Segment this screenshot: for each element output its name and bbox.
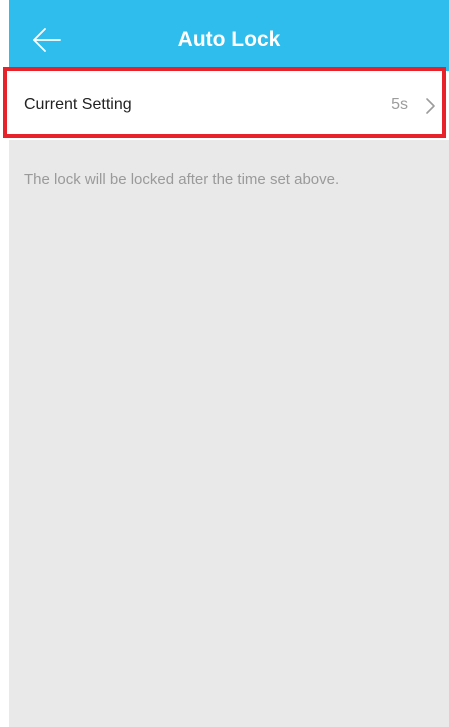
chevron-right-icon (424, 97, 436, 115)
page-title: Auto Lock (177, 28, 281, 51)
current-setting-value: 5s (391, 96, 408, 113)
current-setting-label: Current Setting (24, 96, 132, 113)
current-setting-row[interactable]: Current Setting 5s (9, 71, 449, 140)
auto-lock-screen: Auto Lock Current Setting 5s The lock wi… (9, 0, 449, 727)
hint-text: The lock will be locked after the time s… (24, 171, 340, 188)
header-bar: Auto Lock (9, 0, 449, 80)
